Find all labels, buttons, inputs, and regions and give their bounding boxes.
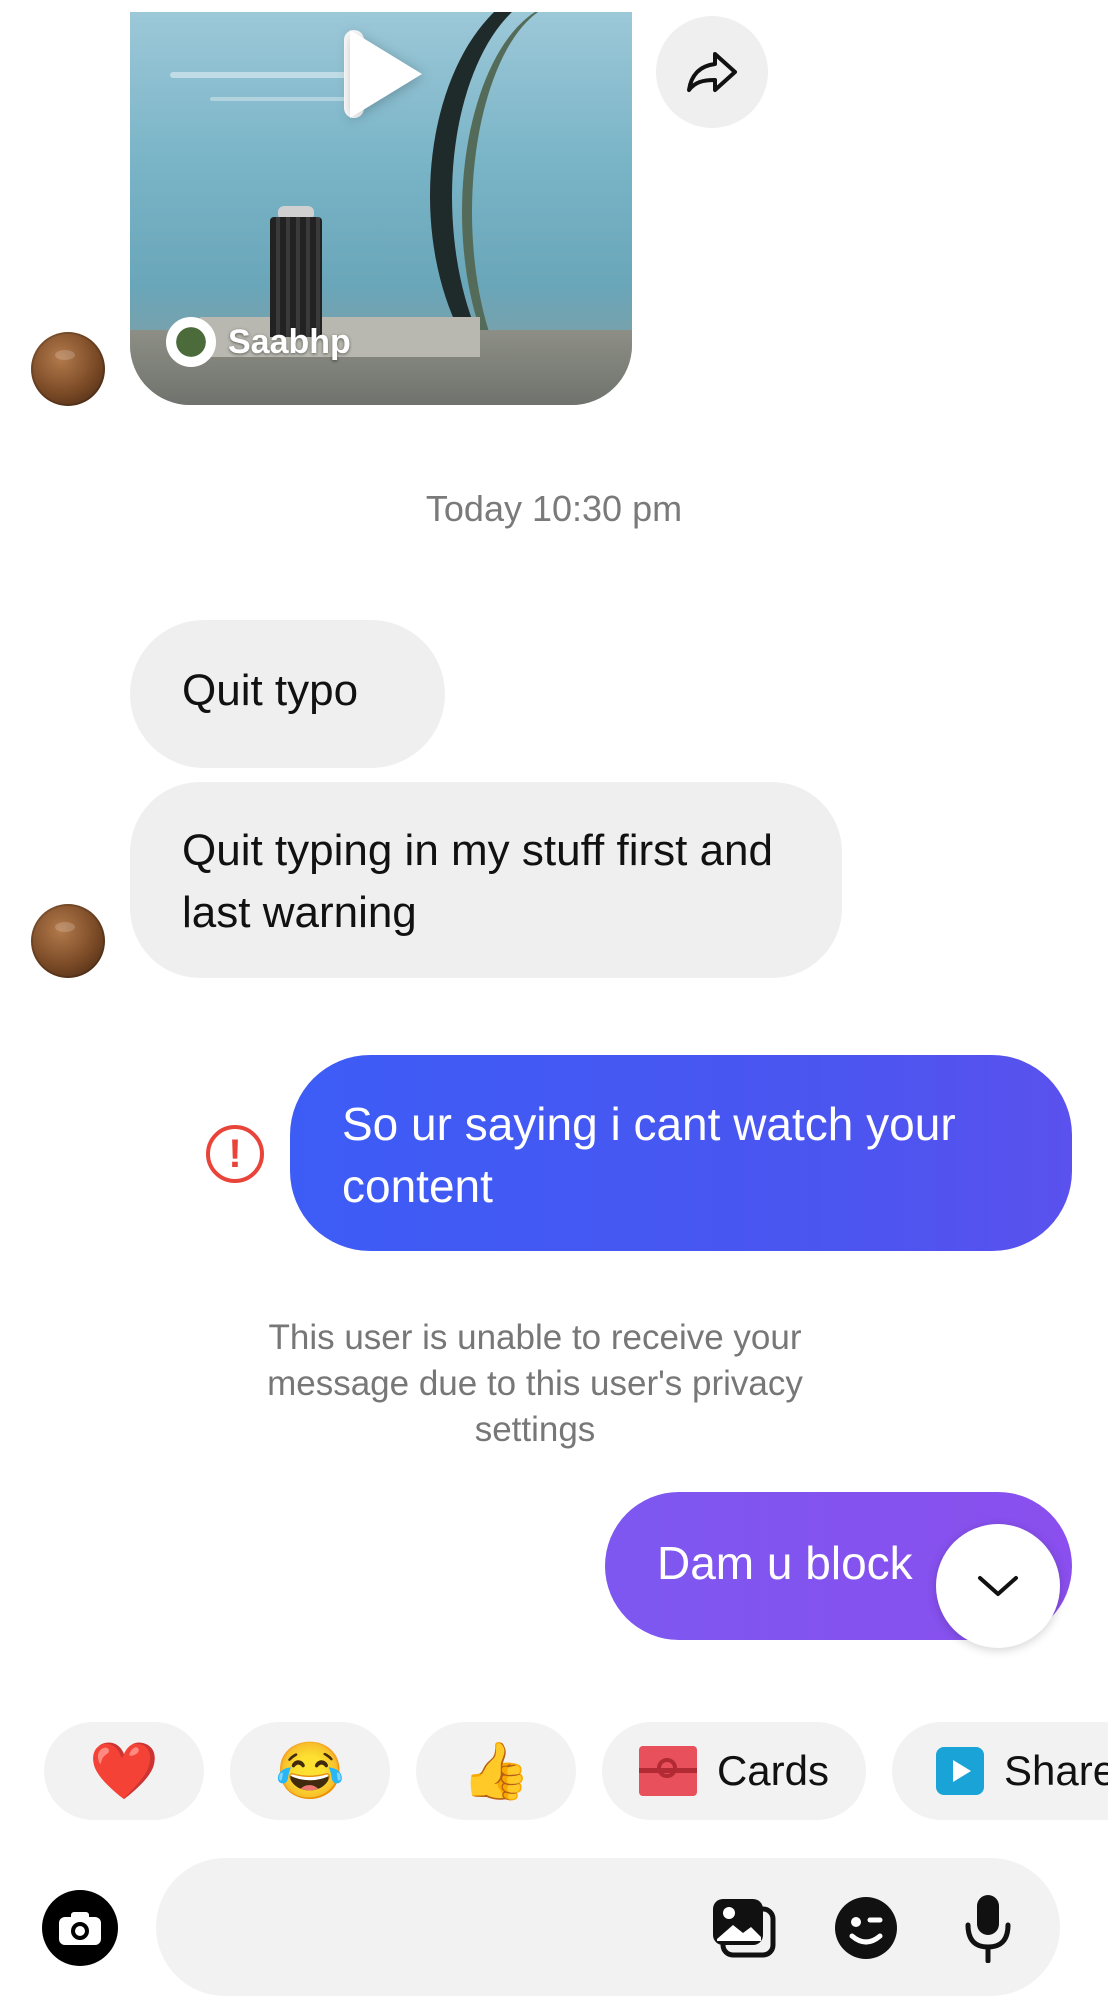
quick-reaction-thumbs-up[interactable]: 👍 — [416, 1722, 576, 1820]
share-label: Share — [1004, 1747, 1108, 1794]
laughing-tears-icon: 😂 — [275, 1739, 345, 1802]
message-input[interactable] — [156, 1858, 1060, 1996]
scroll-to-bottom-button[interactable] — [936, 1524, 1060, 1648]
play-icon[interactable] — [350, 30, 422, 118]
quick-reaction-laugh[interactable]: 😂 — [230, 1722, 390, 1820]
error-icon[interactable]: ! — [206, 1125, 264, 1183]
message-timestamp: Today 10:30 pm — [425, 488, 683, 529]
video-owner-username: Saabhp — [228, 322, 351, 361]
incoming-message[interactable]: Quit typo — [130, 620, 445, 768]
share-button[interactable]: Share — [892, 1722, 1108, 1820]
gallery-icon — [713, 1899, 776, 1958]
video-frame-detail — [210, 97, 350, 101]
incoming-message[interactable]: Quit typing in my stuff first and last w… — [130, 782, 842, 978]
share-icon — [936, 1747, 984, 1795]
cards-button[interactable]: Cards — [602, 1722, 866, 1820]
cards-label: Cards — [716, 1747, 830, 1794]
microphone-button[interactable] — [950, 1890, 1026, 1966]
sticker-button[interactable] — [828, 1890, 904, 1966]
chevron-down-icon — [978, 1576, 1018, 1596]
microphone-icon — [965, 1895, 1011, 1963]
video-owner-avatar — [166, 317, 216, 367]
video-owner[interactable]: Saabhp — [166, 317, 351, 367]
gallery-button[interactable] — [706, 1890, 782, 1966]
quick-reaction-heart[interactable]: ❤️ — [44, 1722, 204, 1820]
camera-icon — [59, 1912, 101, 1945]
outgoing-message[interactable]: So ur saying i cant watch your content — [290, 1055, 1072, 1251]
thumbs-up-icon: 👍 — [461, 1739, 531, 1802]
camera-button[interactable] — [42, 1890, 118, 1966]
forward-button[interactable] — [656, 16, 768, 128]
video-message[interactable]: Saabhp — [130, 12, 632, 405]
heart-icon: ❤️ — [89, 1739, 159, 1802]
sender-avatar[interactable] — [31, 332, 105, 406]
forward-icon — [687, 52, 737, 92]
sticker-icon — [835, 1897, 897, 1959]
cards-icon — [638, 1746, 697, 1796]
sender-avatar[interactable] — [31, 904, 105, 978]
delivery-failure-notice: This user is unable to receive your mess… — [267, 1318, 803, 1449]
